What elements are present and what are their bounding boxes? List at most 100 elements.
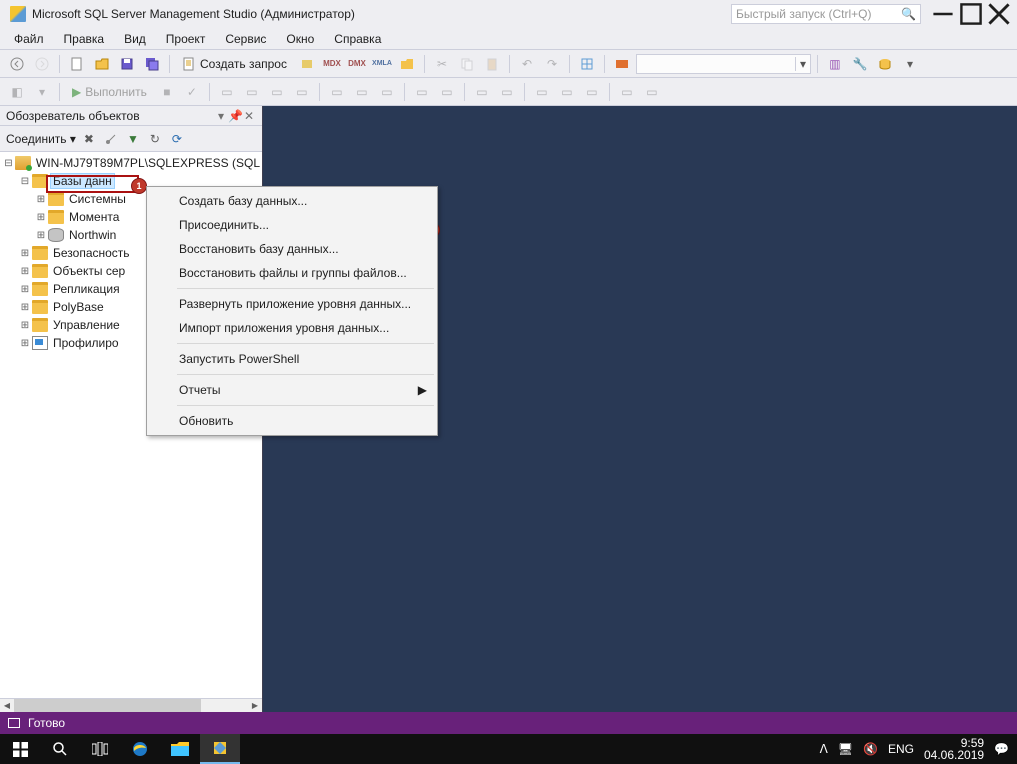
tbtn-dmx[interactable]: DMX <box>346 53 368 75</box>
connect-obj-button[interactable] <box>102 130 120 148</box>
tbtn-plan1: ▭ <box>216 81 238 103</box>
menu-file[interactable]: Файл <box>4 28 54 49</box>
ctx-powershell[interactable]: Запустить PowerShell <box>149 347 435 371</box>
tbtn-mdx[interactable]: MDX <box>321 53 343 75</box>
start-button[interactable] <box>0 734 40 764</box>
status-icon <box>8 718 20 728</box>
object-explorer-title: Обозреватель объектов <box>6 109 214 123</box>
save-all-button[interactable] <box>141 53 163 75</box>
parse-button: ✓ <box>181 81 203 103</box>
ssms-app-icon <box>10 6 26 22</box>
taskbar-ie-button[interactable] <box>120 734 160 764</box>
tray-display-icon[interactable]: 🖥 <box>838 742 853 756</box>
scroll-right-button[interactable]: ▶ <box>248 699 262 712</box>
tbtn-r2: ▭ <box>351 81 373 103</box>
tbtn-open-file[interactable] <box>396 53 418 75</box>
tbtn-c1: ▭ <box>411 81 433 103</box>
tbtn-s1: ◧ <box>6 81 28 103</box>
open-button[interactable] <box>91 53 113 75</box>
ctx-restore-files[interactable]: Восстановить файлы и группы файлов... <box>149 261 435 285</box>
tbtn-grid[interactable] <box>576 53 598 75</box>
database-combo[interactable]: ▾ <box>636 54 811 74</box>
tbtn-s2: ▾ <box>31 81 53 103</box>
menu-help[interactable]: Справка <box>324 28 391 49</box>
taskbar-explorer-button[interactable] <box>160 734 200 764</box>
copy-button <box>456 53 478 75</box>
tbtn-x2: ▭ <box>556 81 578 103</box>
tbtn-r1: ▭ <box>326 81 348 103</box>
ctx-new-database[interactable]: Создать базу данных... <box>149 189 435 213</box>
tray-chevron-up-icon[interactable]: ᐱ <box>820 742 828 756</box>
tbtn-plan2: ▭ <box>241 81 263 103</box>
object-explorer-toolbar: Соединить ▾ ✖ ▼ ↻ ⟳ <box>0 126 262 152</box>
chevron-right-icon: ▶ <box>418 383 427 397</box>
paste-button <box>481 53 503 75</box>
filter-button[interactable]: ▼ <box>124 130 142 148</box>
new-button[interactable] <box>66 53 88 75</box>
menu-window[interactable]: Окно <box>276 28 324 49</box>
close-button[interactable] <box>987 4 1011 24</box>
window-title: Microsoft SQL Server Management Studio (… <box>32 7 355 21</box>
tbtn-i1: ▭ <box>471 81 493 103</box>
scroll-left-button[interactable]: ◀ <box>0 699 14 712</box>
tree-server-node[interactable]: ⊟WIN-MJ79T89M7PL\SQLEXPRESS (SQL <box>0 154 262 172</box>
tbtn-prop[interactable]: ▥ <box>824 53 846 75</box>
system-tray: ᐱ 🖥 🔇 ENG 9:59 04.06.2019 💬 <box>812 737 1017 761</box>
menu-edit[interactable]: Правка <box>54 28 115 49</box>
menu-view[interactable]: Вид <box>114 28 156 49</box>
stop-refresh-button[interactable]: ⟳ <box>168 130 186 148</box>
context-menu: Создать базу данных... Присоединить... В… <box>146 186 438 436</box>
execute-button: ▶Выполнить <box>66 85 153 99</box>
task-view-button[interactable] <box>80 734 120 764</box>
tbtn-r3: ▭ <box>376 81 398 103</box>
ctx-refresh[interactable]: Обновить <box>149 409 435 433</box>
tbtn-i2: ▭ <box>496 81 518 103</box>
taskbar-ssms-button[interactable] <box>200 734 240 764</box>
tbtn-plan4: ▭ <box>291 81 313 103</box>
tray-language[interactable]: ENG <box>888 742 914 756</box>
panel-options-icon[interactable]: ▾ <box>214 109 228 123</box>
pin-icon[interactable]: 📌 <box>228 109 242 123</box>
title-bar: Microsoft SQL Server Management Studio (… <box>0 0 1017 28</box>
status-text: Готово <box>28 716 65 730</box>
nav-back-button[interactable] <box>6 53 28 75</box>
tray-volume-icon[interactable]: 🔇 <box>863 742 878 756</box>
maximize-button[interactable] <box>959 4 983 24</box>
tbtn-wrench[interactable]: 🔧 <box>849 53 871 75</box>
tbtn-more[interactable]: ▾ <box>899 53 921 75</box>
ctx-attach[interactable]: Присоединить... <box>149 213 435 237</box>
menu-tools[interactable]: Сервис <box>215 28 276 49</box>
activity-monitor-button[interactable] <box>611 53 633 75</box>
tbtn-db-icon[interactable] <box>874 53 896 75</box>
tbtn-x3: ▭ <box>581 81 603 103</box>
ctx-import-dac[interactable]: Импорт приложения уровня данных... <box>149 316 435 340</box>
menu-project[interactable]: Проект <box>156 28 216 49</box>
tbtn-c2: ▭ <box>436 81 458 103</box>
tbtn-x1: ▭ <box>531 81 553 103</box>
save-button[interactable] <box>116 53 138 75</box>
quick-launch-input[interactable]: Быстрый запуск (Ctrl+Q) 🔍 <box>731 4 921 24</box>
taskbar-search-button[interactable] <box>40 734 80 764</box>
taskbar-clock[interactable]: 9:59 04.06.2019 <box>924 737 984 761</box>
ctx-restore-database[interactable]: Восстановить базу данных... <box>149 237 435 261</box>
minimize-button[interactable] <box>931 4 955 24</box>
action-center-icon[interactable]: 💬 <box>994 742 1009 756</box>
tbtn-xmla[interactable]: XMLA <box>371 53 393 75</box>
new-query-button[interactable]: Создать запрос <box>176 57 293 71</box>
panel-close-icon[interactable]: ✕ <box>242 109 256 123</box>
tbtn-y1: ▭ <box>616 81 638 103</box>
menu-bar: Файл Правка Вид Проект Сервис Окно Справ… <box>0 28 1017 50</box>
toolbar-sql: ◧ ▾ ▶Выполнить ■ ✓ ▭ ▭ ▭ ▭ ▭ ▭ ▭ ▭ ▭ ▭ ▭… <box>0 78 1017 106</box>
ctx-deploy-dac[interactable]: Развернуть приложение уровня данных... <box>149 292 435 316</box>
undo-button: ↶ <box>516 53 538 75</box>
ctx-reports[interactable]: Отчеты▶ <box>149 378 435 402</box>
search-icon[interactable]: 🔍 <box>901 7 916 21</box>
scroll-thumb[interactable] <box>14 699 201 712</box>
connect-button[interactable]: Соединить ▾ <box>6 132 76 146</box>
tbtn-plan3: ▭ <box>266 81 288 103</box>
disconnect-button[interactable]: ✖ <box>80 130 98 148</box>
tbtn-a[interactable] <box>296 53 318 75</box>
tree-horizontal-scrollbar[interactable]: ◀ ▶ <box>0 698 262 712</box>
windows-taskbar: ᐱ 🖥 🔇 ENG 9:59 04.06.2019 💬 <box>0 734 1017 764</box>
refresh-icon[interactable]: ↻ <box>146 130 164 148</box>
